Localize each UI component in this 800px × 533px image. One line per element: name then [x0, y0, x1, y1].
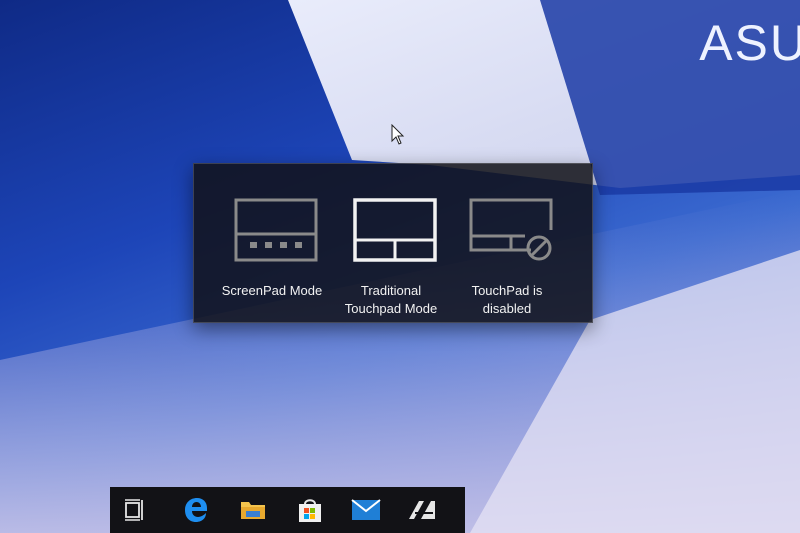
traditional-touchpad-mode-label: Traditional Touchpad Mode: [333, 282, 449, 318]
file-explorer-button[interactable]: [235, 493, 271, 527]
edge-browser-button[interactable]: [178, 493, 214, 527]
mouse-pointer-icon: [391, 124, 405, 145]
task-view-icon: [125, 499, 143, 521]
label-line-2: Touchpad Mode: [344, 301, 438, 316]
label-line-2: disabled: [482, 301, 532, 316]
mail-button[interactable]: [348, 493, 384, 527]
edge-browser-icon: [185, 498, 207, 522]
touchpad-disabled-icon: [469, 198, 553, 261]
touchpad-mode-flyout: ScreenPad Mode Traditional Touchpad Mode: [193, 163, 593, 323]
asus-screenpad-app-icon: [409, 501, 435, 519]
folder-icon: [241, 502, 265, 519]
traditional-touchpad-icon: [353, 198, 437, 262]
store-bag-icon: [299, 499, 321, 522]
screenpad-app-button[interactable]: [404, 493, 440, 527]
screenpad-mode-option[interactable]: ScreenPad Mode: [214, 164, 330, 322]
touchpad-disabled-option[interactable]: TouchPad is disabled: [449, 164, 565, 322]
screenpad-mode-icon: [234, 198, 318, 262]
mail-envelope-icon: [351, 499, 381, 520]
taskbar: [110, 487, 465, 533]
label-line-1: ScreenPad Mode: [221, 283, 323, 298]
touchpad-disabled-label: TouchPad is disabled: [449, 282, 565, 318]
screenpad-mode-label: ScreenPad Mode: [214, 282, 330, 300]
desktop: ASU ScreenPad Mode Traditional Touchpad …: [0, 0, 800, 533]
traditional-touchpad-mode-option[interactable]: Traditional Touchpad Mode: [333, 164, 449, 322]
asus-logo-text: ASU: [699, 15, 800, 71]
store-button[interactable]: [292, 493, 328, 527]
label-line-1: Traditional: [360, 283, 422, 298]
task-view-button[interactable]: [118, 493, 154, 527]
label-line-1: TouchPad is: [471, 283, 543, 298]
